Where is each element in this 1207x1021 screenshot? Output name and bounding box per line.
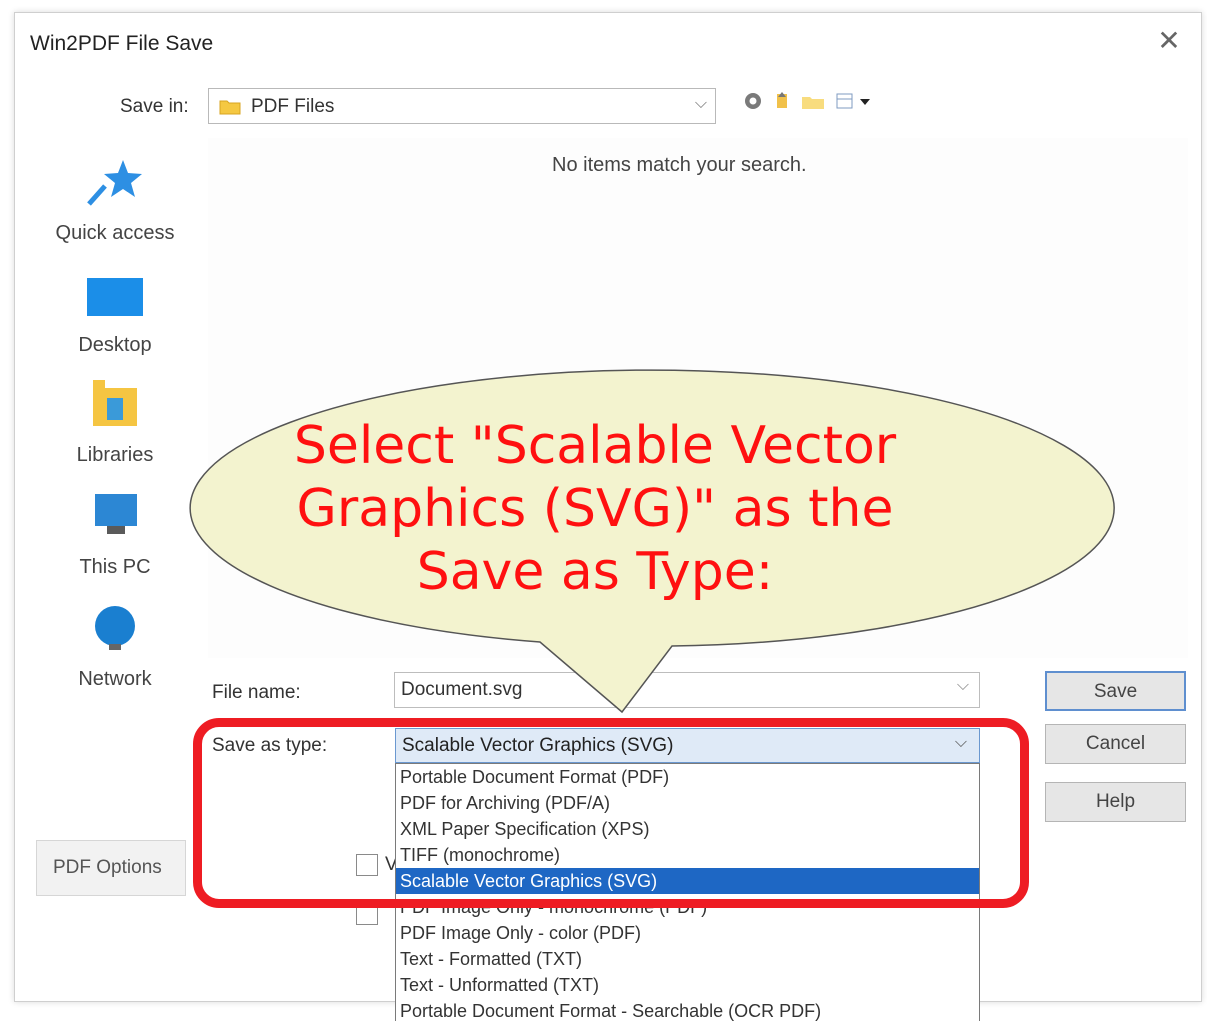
folder-icon (219, 100, 241, 115)
cancel-button[interactable]: Cancel (1045, 724, 1186, 764)
quick-access-star-icon (87, 160, 142, 206)
type-option-selected[interactable]: Scalable Vector Graphics (SVG) (396, 868, 979, 894)
save-in-label: Save in: (120, 96, 189, 117)
libraries-icon (93, 380, 137, 426)
window-title: Win2PDF File Save (30, 32, 214, 55)
new-folder-icon[interactable] (800, 90, 826, 112)
place-label: Network (78, 668, 152, 690)
empty-message: No items match your search. (552, 154, 807, 176)
place-network[interactable]: Network (30, 596, 200, 701)
help-button[interactable]: Help (1045, 782, 1186, 822)
file-list[interactable] (208, 138, 1188, 658)
type-option[interactable]: Portable Document Format (PDF) (396, 764, 979, 790)
view-dropdown-arrow-icon[interactable] (858, 90, 872, 112)
type-option[interactable]: Text - Unformatted (TXT) (396, 972, 979, 998)
save-as-type-options: Portable Document Format (PDF) PDF for A… (395, 763, 980, 1021)
close-icon[interactable]: ✕ (1154, 26, 1184, 56)
place-quick-access[interactable]: Quick access (30, 150, 200, 255)
option-checkbox[interactable] (356, 854, 378, 876)
type-option[interactable]: Portable Document Format - Searchable (O… (396, 998, 979, 1021)
chevron-down-icon: ⌵ (694, 95, 707, 112)
save-in-value: PDF Files (251, 96, 335, 117)
type-option[interactable]: Text - Formatted (TXT) (396, 946, 979, 972)
network-icon (95, 606, 135, 650)
type-option[interactable]: PDF for Archiving (PDF/A) (396, 790, 979, 816)
type-option[interactable]: PDF Image Only - monochrome (PDF) (396, 894, 979, 920)
save-button[interactable]: Save (1045, 671, 1186, 711)
type-option[interactable]: TIFF (monochrome) (396, 842, 979, 868)
place-label: Quick access (55, 222, 175, 244)
file-name-value: Document.svg (401, 679, 523, 700)
file-name-input[interactable]: Document.svg ⌵ (394, 672, 980, 708)
option-checkbox[interactable] (356, 903, 378, 925)
place-label: This PC (79, 556, 151, 578)
save-as-type-select[interactable]: Scalable Vector Graphics (SVG) ⌵ (395, 728, 980, 763)
desktop-icon (87, 278, 143, 316)
place-this-pc[interactable]: This PC (30, 484, 200, 589)
view-menu-icon[interactable] (834, 90, 856, 112)
place-desktop[interactable]: Desktop (30, 262, 200, 367)
place-label: Desktop (78, 334, 152, 356)
places-bar: Quick access Desktop Libraries This PC N… (30, 140, 200, 700)
type-option[interactable]: XML Paper Specification (XPS) (396, 816, 979, 842)
toolbar (742, 90, 882, 114)
chevron-down-icon: ⌵ (954, 734, 967, 751)
type-option[interactable]: PDF Image Only - color (PDF) (396, 920, 979, 946)
save-as-type-value: Scalable Vector Graphics (SVG) (402, 735, 674, 756)
pdf-options-button[interactable]: PDF Options (36, 840, 186, 896)
up-folder-icon[interactable] (774, 90, 790, 112)
save-as-type-label: Save as type: (212, 735, 328, 756)
back-icon[interactable] (742, 90, 764, 112)
save-in-dropdown[interactable]: PDF Files ⌵ (208, 88, 716, 124)
this-pc-icon (95, 494, 137, 534)
chevron-down-icon[interactable]: ⌵ (957, 677, 969, 695)
place-libraries[interactable]: Libraries (30, 372, 200, 477)
place-label: Libraries (76, 444, 154, 466)
file-name-label: File name: (212, 682, 301, 703)
